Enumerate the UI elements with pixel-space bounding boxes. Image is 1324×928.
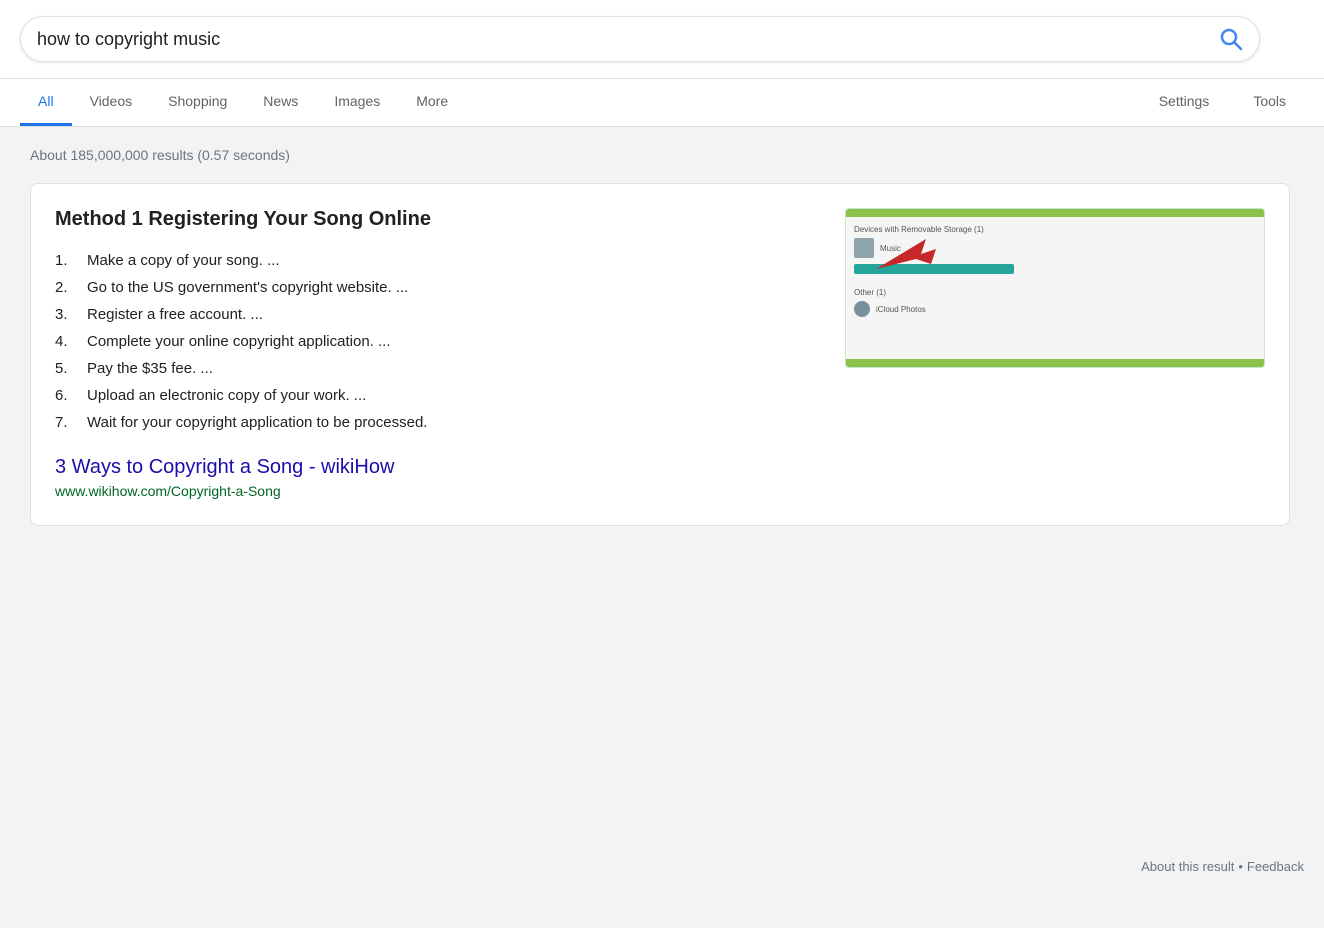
screenshot-header-label: Devices with Removable Storage (1) [854, 225, 1256, 234]
snippet-content: Method 1 Registering Your Song Online 1.… [55, 208, 821, 501]
snippet-footer: 3 Ways to Copyright a Song - wikiHow www… [55, 456, 821, 501]
feedback-link[interactable]: Feedback [1247, 859, 1304, 874]
tab-videos[interactable]: Videos [72, 79, 151, 126]
about-result-link[interactable]: About this result [1141, 859, 1234, 874]
screenshot-row-text-2: iCloud Photos [876, 305, 926, 314]
red-arrow-icon [876, 239, 936, 279]
screenshot-other-label: Other (1) [854, 288, 1256, 297]
screenshot-small-icon [854, 301, 870, 317]
snippet-steps-list: 1.Make a copy of your song. ... 2.Go to … [55, 247, 821, 436]
list-item: 4.Complete your online copyright applica… [55, 328, 821, 355]
bottom-info: About this result • Feedback [0, 847, 1324, 886]
search-bar-container [0, 0, 1324, 79]
list-item: 7.Wait for your copyright application to… [55, 409, 821, 436]
tab-images[interactable]: Images [316, 79, 398, 126]
list-item: 2.Go to the US government's copyright we… [55, 274, 821, 301]
tabs-right: Settings Tools [1141, 79, 1304, 126]
separator: • [1238, 859, 1243, 874]
tab-shopping[interactable]: Shopping [150, 79, 245, 126]
screenshot-row-3: iCloud Photos [854, 301, 1256, 317]
spacer [854, 278, 1256, 288]
main-content: About 185,000,000 results (0.57 seconds)… [0, 127, 1324, 847]
snippet-url: www.wikihow.com/Copyright-a-Song [55, 483, 281, 499]
tabs-container: All Videos Shopping News Images More Set… [0, 79, 1324, 127]
search-button[interactable] [1219, 27, 1243, 51]
list-item: 6.Upload an electronic copy of your work… [55, 382, 821, 409]
screenshot-row-1: Music [854, 238, 1256, 258]
search-icon [1219, 27, 1243, 51]
screenshot-content: Devices with Removable Storage (1) Music… [846, 217, 1264, 329]
snippet-link-title[interactable]: 3 Ways to Copyright a Song - wikiHow [55, 456, 821, 479]
decorative-bar [846, 209, 1264, 217]
tab-tools[interactable]: Tools [1235, 79, 1304, 126]
tab-news[interactable]: News [245, 79, 316, 126]
tabs-left: All Videos Shopping News Images More [20, 79, 1141, 126]
fake-screenshot: Devices with Removable Storage (1) Music… [846, 209, 1264, 367]
list-item: 3.Register a free account. ... [55, 301, 821, 328]
search-input-wrapper [20, 16, 1260, 62]
results-info: About 185,000,000 results (0.57 seconds) [30, 147, 1294, 163]
tab-more[interactable]: More [398, 79, 466, 126]
decorative-bar-bottom [846, 359, 1264, 367]
snippet-image: Devices with Removable Storage (1) Music… [845, 208, 1265, 368]
screenshot-icon [854, 238, 874, 258]
list-item: 5.Pay the $35 fee. ... [55, 355, 821, 382]
featured-snippet: Method 1 Registering Your Song Online 1.… [30, 183, 1290, 526]
list-item: 1.Make a copy of your song. ... [55, 247, 821, 274]
snippet-title: Method 1 Registering Your Song Online [55, 208, 821, 231]
tab-settings[interactable]: Settings [1141, 79, 1228, 126]
tab-all[interactable]: All [20, 79, 72, 126]
search-input[interactable] [37, 29, 1219, 50]
